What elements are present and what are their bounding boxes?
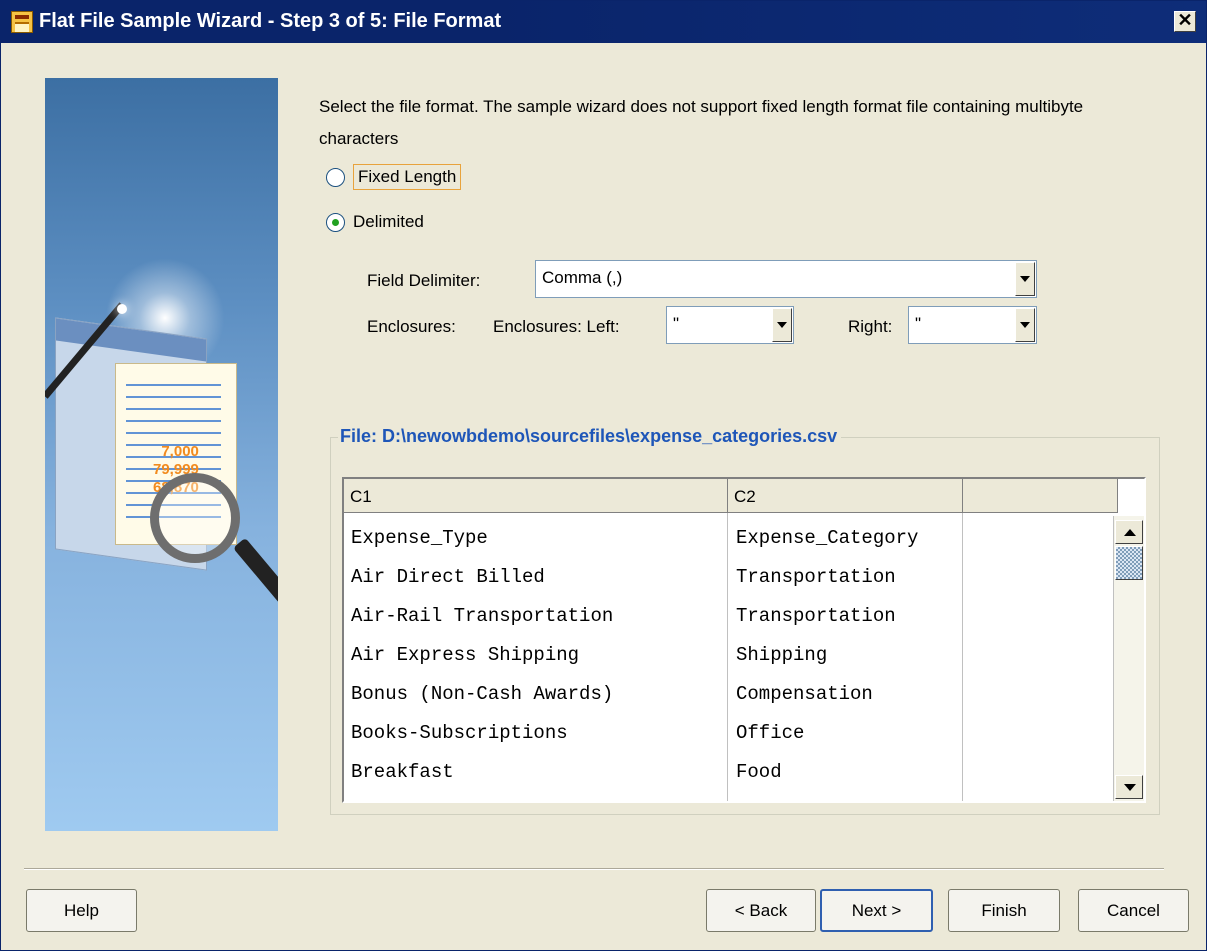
- column-header-empty: [963, 479, 1118, 513]
- column-header-c2[interactable]: C2: [728, 479, 963, 513]
- help-button[interactable]: Help: [26, 889, 137, 932]
- back-button[interactable]: < Back: [706, 889, 816, 932]
- close-button[interactable]: ✕: [1174, 11, 1196, 32]
- finish-button[interactable]: Finish: [948, 889, 1060, 932]
- fixed-length-option[interactable]: Fixed Length: [326, 164, 462, 190]
- delimited-radio[interactable]: [326, 212, 345, 232]
- magnifier-handle: [233, 537, 278, 606]
- instructions-text: Select the file format. The sample wizar…: [319, 97, 1084, 148]
- left-enclosure-select[interactable]: ": [666, 306, 794, 344]
- table-cell[interactable]: Air-Rail Transportation: [351, 605, 613, 627]
- next-button[interactable]: Next >: [820, 889, 933, 932]
- table-cell[interactable]: Books-Subscriptions: [351, 722, 568, 744]
- table-cell[interactable]: Office: [736, 722, 804, 744]
- table-cell[interactable]: Shipping: [736, 644, 827, 666]
- preview-scrollbar[interactable]: [1113, 516, 1144, 801]
- column-header-c1[interactable]: C1: [344, 479, 728, 513]
- table-cell[interactable]: Food: [736, 761, 782, 783]
- fixed-length-label: Fixed Length: [353, 164, 462, 190]
- table-cell[interactable]: Breakfast: [351, 761, 454, 783]
- right-enclosure-select[interactable]: ": [908, 306, 1037, 344]
- enclosures-label: Enclosures:: [367, 317, 456, 336]
- table-cell[interactable]: Expense_Category: [736, 527, 918, 549]
- fixed-length-radio[interactable]: [326, 167, 345, 187]
- magnifier-icon: [150, 473, 240, 563]
- chevron-down-icon[interactable]: [1015, 308, 1035, 342]
- field-delimiter-label: Field Delimiter:: [367, 271, 481, 290]
- scroll-down-icon[interactable]: [1115, 775, 1143, 799]
- file-path-label: File: D:\newowbdemo\sourcefiles\expense_…: [338, 426, 842, 447]
- table-cell[interactable]: Air Direct Billed: [351, 566, 545, 588]
- preview-table[interactable]: C1 C2 Expense_Type Expense_Category Air …: [342, 477, 1146, 803]
- field-delimiter-select[interactable]: Comma (,): [535, 260, 1037, 298]
- delimited-option[interactable]: Delimited: [326, 212, 424, 232]
- app-icon: [11, 11, 33, 33]
- wand-sparkle-icon: [117, 304, 127, 314]
- table-cell[interactable]: Air Express Shipping: [351, 644, 579, 666]
- scrollbar-thumb[interactable]: [1115, 546, 1143, 580]
- enclosures-right-label: Right:: [848, 317, 893, 336]
- table-cell[interactable]: Bonus (Non-Cash Awards): [351, 683, 613, 705]
- scroll-up-icon[interactable]: [1115, 520, 1143, 544]
- delimited-label: Delimited: [353, 212, 424, 231]
- window-title: Flat File Sample Wizard - Step 3 of 5: F…: [39, 10, 502, 32]
- table-cell[interactable]: Compensation: [736, 683, 873, 705]
- enclosures-left-label: Enclosures: Left:: [493, 317, 620, 336]
- chevron-down-icon[interactable]: [1015, 262, 1035, 296]
- title-bar: Flat File Sample Wizard - Step 3 of 5: F…: [1, 1, 1206, 43]
- chevron-down-icon[interactable]: [772, 308, 792, 342]
- cancel-button[interactable]: Cancel: [1078, 889, 1189, 932]
- button-separator: [24, 868, 1164, 870]
- table-cell[interactable]: Transportation: [736, 605, 896, 627]
- table-cell[interactable]: Expense_Type: [351, 527, 488, 549]
- wizard-illustration: 7,000 79,999 68,870: [45, 78, 278, 831]
- table-cell[interactable]: Transportation: [736, 566, 896, 588]
